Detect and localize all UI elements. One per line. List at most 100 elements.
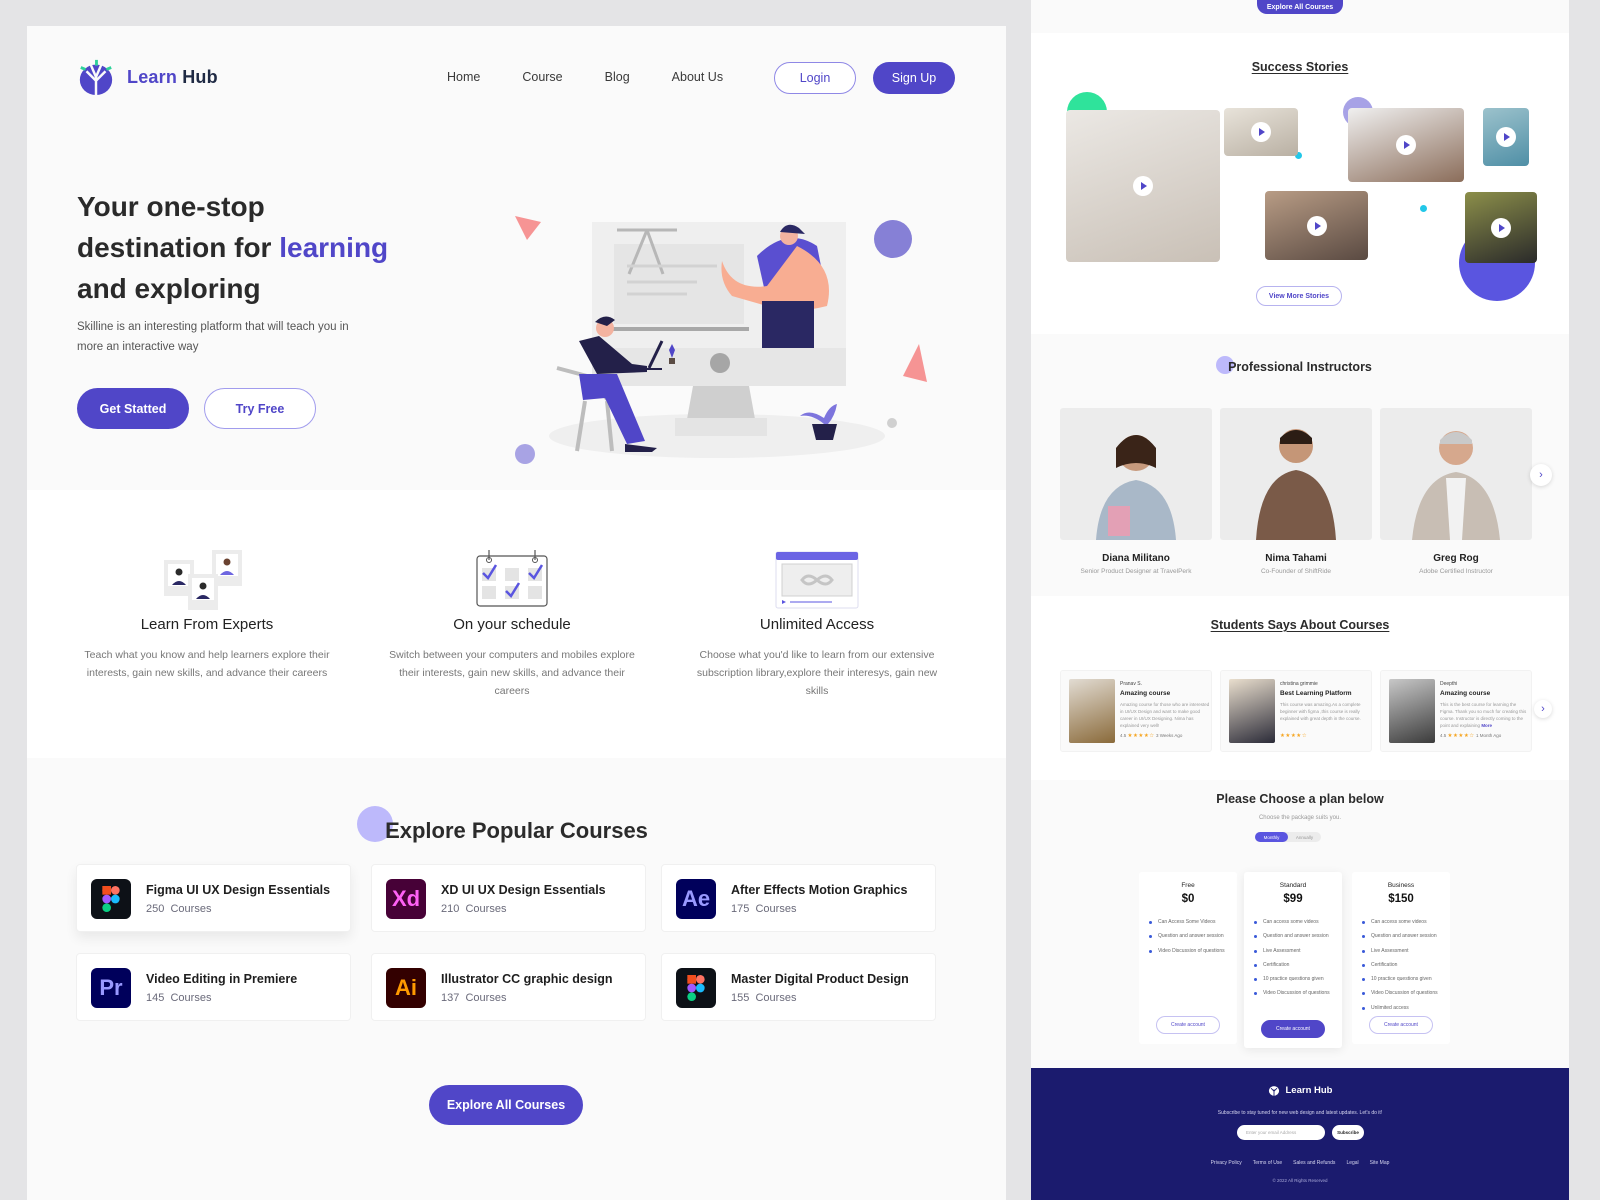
footer-link-site-map[interactable]: Site Map [1370,1160,1390,1166]
tree-logo-icon [1268,1086,1279,1096]
login-button[interactable]: Login [774,62,856,94]
create-account-button[interactable]: Create account [1261,1020,1325,1038]
reviews-title: Students Says About Courses [1031,618,1569,632]
hero-title-line2: destination for [77,232,280,263]
course-card[interactable]: Ae After Effects Motion Graphics 175 Cours… [661,864,936,932]
review-more-link[interactable]: More [1481,723,1492,728]
review-card[interactable]: Deepthi Amazing course This is the best co… [1380,670,1532,752]
adobe-illustrator-icon: Ai [386,968,426,1008]
plan-feature: Video Discussion of questions [1149,944,1237,958]
story-video-2[interactable] [1224,108,1298,156]
view-more-stories-button[interactable]: View More Stories [1256,286,1342,306]
course-count-unit: Courses [465,992,507,1004]
toggle-monthly[interactable]: Monthly [1255,832,1288,842]
instructor-card[interactable]: Diana Militano Senior Product Designer a… [1060,408,1212,575]
instructor-card[interactable]: Nima Tahami Co-Founder of ShiftRide [1220,408,1372,575]
reviews-section: Students Says About Courses Pranav S. Ama… [1031,596,1569,780]
try-free-button[interactable]: Try Free [204,388,316,429]
signup-button[interactable]: Sign Up [873,62,955,94]
play-icon[interactable] [1306,215,1327,236]
story-video-1[interactable] [1066,110,1220,262]
courses-title-text: Explore Popular Courses [385,818,648,843]
reviewer-photo [1389,679,1435,743]
copyright: © 2022 All Rights Reserved [1272,1178,1328,1183]
story-video-3[interactable] [1348,108,1464,182]
online-class-illustration [515,216,927,464]
play-icon[interactable] [1496,127,1516,147]
plan-feature-list: Can access some videos Question and answe… [1362,915,1450,1015]
plan-feature-list: Can Access Some Videos Question and answe… [1149,915,1237,958]
explore-all-courses-button-mini[interactable]: Explore All Courses [1257,0,1343,14]
nav-link-about[interactable]: About Us [672,70,723,84]
feature-title: On your schedule [453,616,571,633]
nav-link-blog[interactable]: Blog [605,70,630,84]
plan-feature: Video Discussion of questions [1362,986,1450,1000]
top-navbar: Learn Hub Home Course Blog About Us Logi… [27,26,1006,130]
hero-title-line1: Your one-stop [77,191,265,222]
explore-all-courses-button[interactable]: Explore All Courses [429,1085,583,1125]
plan-feature: Can access some videos [1254,915,1342,929]
footer-link-legal[interactable]: Legal [1346,1160,1358,1166]
course-card[interactable]: Pr Video Editing in Premiere 145 Courses [76,953,351,1021]
success-stories-title: Success Stories [1031,60,1569,74]
course-name: Figma UI UX Design Essentials [146,883,331,897]
subscribe-button[interactable]: Subscribe [1332,1125,1364,1140]
play-icon[interactable] [1396,135,1416,155]
get-started-button[interactable]: Get Statted [77,388,189,429]
review-author: christina grimmie [1280,681,1318,687]
review-card[interactable]: Pranav S. Amazing course Amazing course fo… [1060,670,1212,752]
footer-link-terms[interactable]: Terms of Use [1253,1160,1282,1166]
course-count: 250 Courses [146,903,211,915]
feature-description: Teach what you know and help learners ex… [84,649,330,679]
course-card[interactable]: Figma UI UX Design Essentials 250 Courses [76,864,351,932]
instructor-card[interactable]: Greg Rog Adobe Certified Instructor [1380,408,1532,575]
pricing-subtitle: Choose the package suits you. [1258,815,1342,821]
footer-link-privacy[interactable]: Privacy Policy [1211,1160,1242,1166]
billing-toggle[interactable]: Monthly Annually [1255,832,1321,842]
story-video-6[interactable] [1465,192,1537,263]
pricing-plan-free: Free $0 Can Access Some Videos Question and… [1139,872,1237,1044]
review-text-body: Amazing course for those who are interes… [1120,702,1210,728]
review-author: Deepthi [1440,681,1458,687]
story-video-4[interactable] [1483,108,1529,166]
nav-link-course[interactable]: Course [522,70,562,84]
star-rating-icon: ★★★★☆ [1127,733,1155,739]
course-count: 175 Courses [731,903,796,915]
course-card[interactable]: Ai Illustrator CC graphic design 137 Cours… [371,953,646,1021]
story-video-5[interactable] [1265,191,1368,260]
calendar-checks-icon [476,550,548,607]
course-card[interactable]: Xd XD UI UX Design Essentials 210 Courses [371,864,646,932]
toggle-annually[interactable]: Annually [1288,832,1321,842]
review-time: 3 Weeks Ago [1155,733,1183,738]
course-count-unit: Courses [170,992,212,1004]
course-card[interactable]: Master Digital Product Design 155 Courses [661,953,936,1021]
plan-feature: Question and answer session [1149,929,1237,943]
instructors-title-text: Professional Instructors [1228,360,1372,374]
instructors-next-button[interactable]: › [1530,464,1552,486]
footer-links: Privacy Policy Terms of Use Sales and Re… [1031,1160,1569,1166]
play-icon[interactable] [1251,122,1271,142]
nav-link-home[interactable]: Home [447,70,480,84]
footer-logo[interactable]: Learn Hub [1031,1084,1569,1096]
review-card[interactable]: christina grimmie Best Learning Platform T… [1220,670,1372,752]
courses-section-title: Explore Popular Courses [27,806,1006,844]
hero-title: Your one-stop destination for learning a… [77,186,457,309]
plan-name: Standard [1279,882,1307,889]
brand-logo[interactable]: Learn Hub [77,58,218,96]
course-count: 210 Courses [441,903,506,915]
footer-link-sales-refunds[interactable]: Sales and Refunds [1293,1160,1335,1166]
plan-feature: Video Discussion of questions [1254,986,1342,1000]
review-meta: 4.5 ★★★★☆ 3 Weeks Ago [1120,733,1182,739]
instructor-role: Senior Product Designer at TravelPerk [1080,568,1192,575]
review-meta: ★★★★☆ [1280,733,1307,739]
plan-feature: Certification [1254,958,1342,972]
reviews-next-button[interactable]: › [1534,700,1552,718]
create-account-button[interactable]: Create account [1369,1016,1433,1034]
play-icon[interactable] [1491,217,1511,238]
plan-feature: 10 practice questions given [1362,972,1450,986]
email-input[interactable]: Enter your email Address [1237,1125,1325,1140]
feature-description: Switch between your computers and mobile… [389,649,635,697]
plan-price: $99 [1283,893,1303,905]
create-account-button[interactable]: Create account [1156,1016,1220,1034]
play-icon[interactable] [1133,176,1153,196]
